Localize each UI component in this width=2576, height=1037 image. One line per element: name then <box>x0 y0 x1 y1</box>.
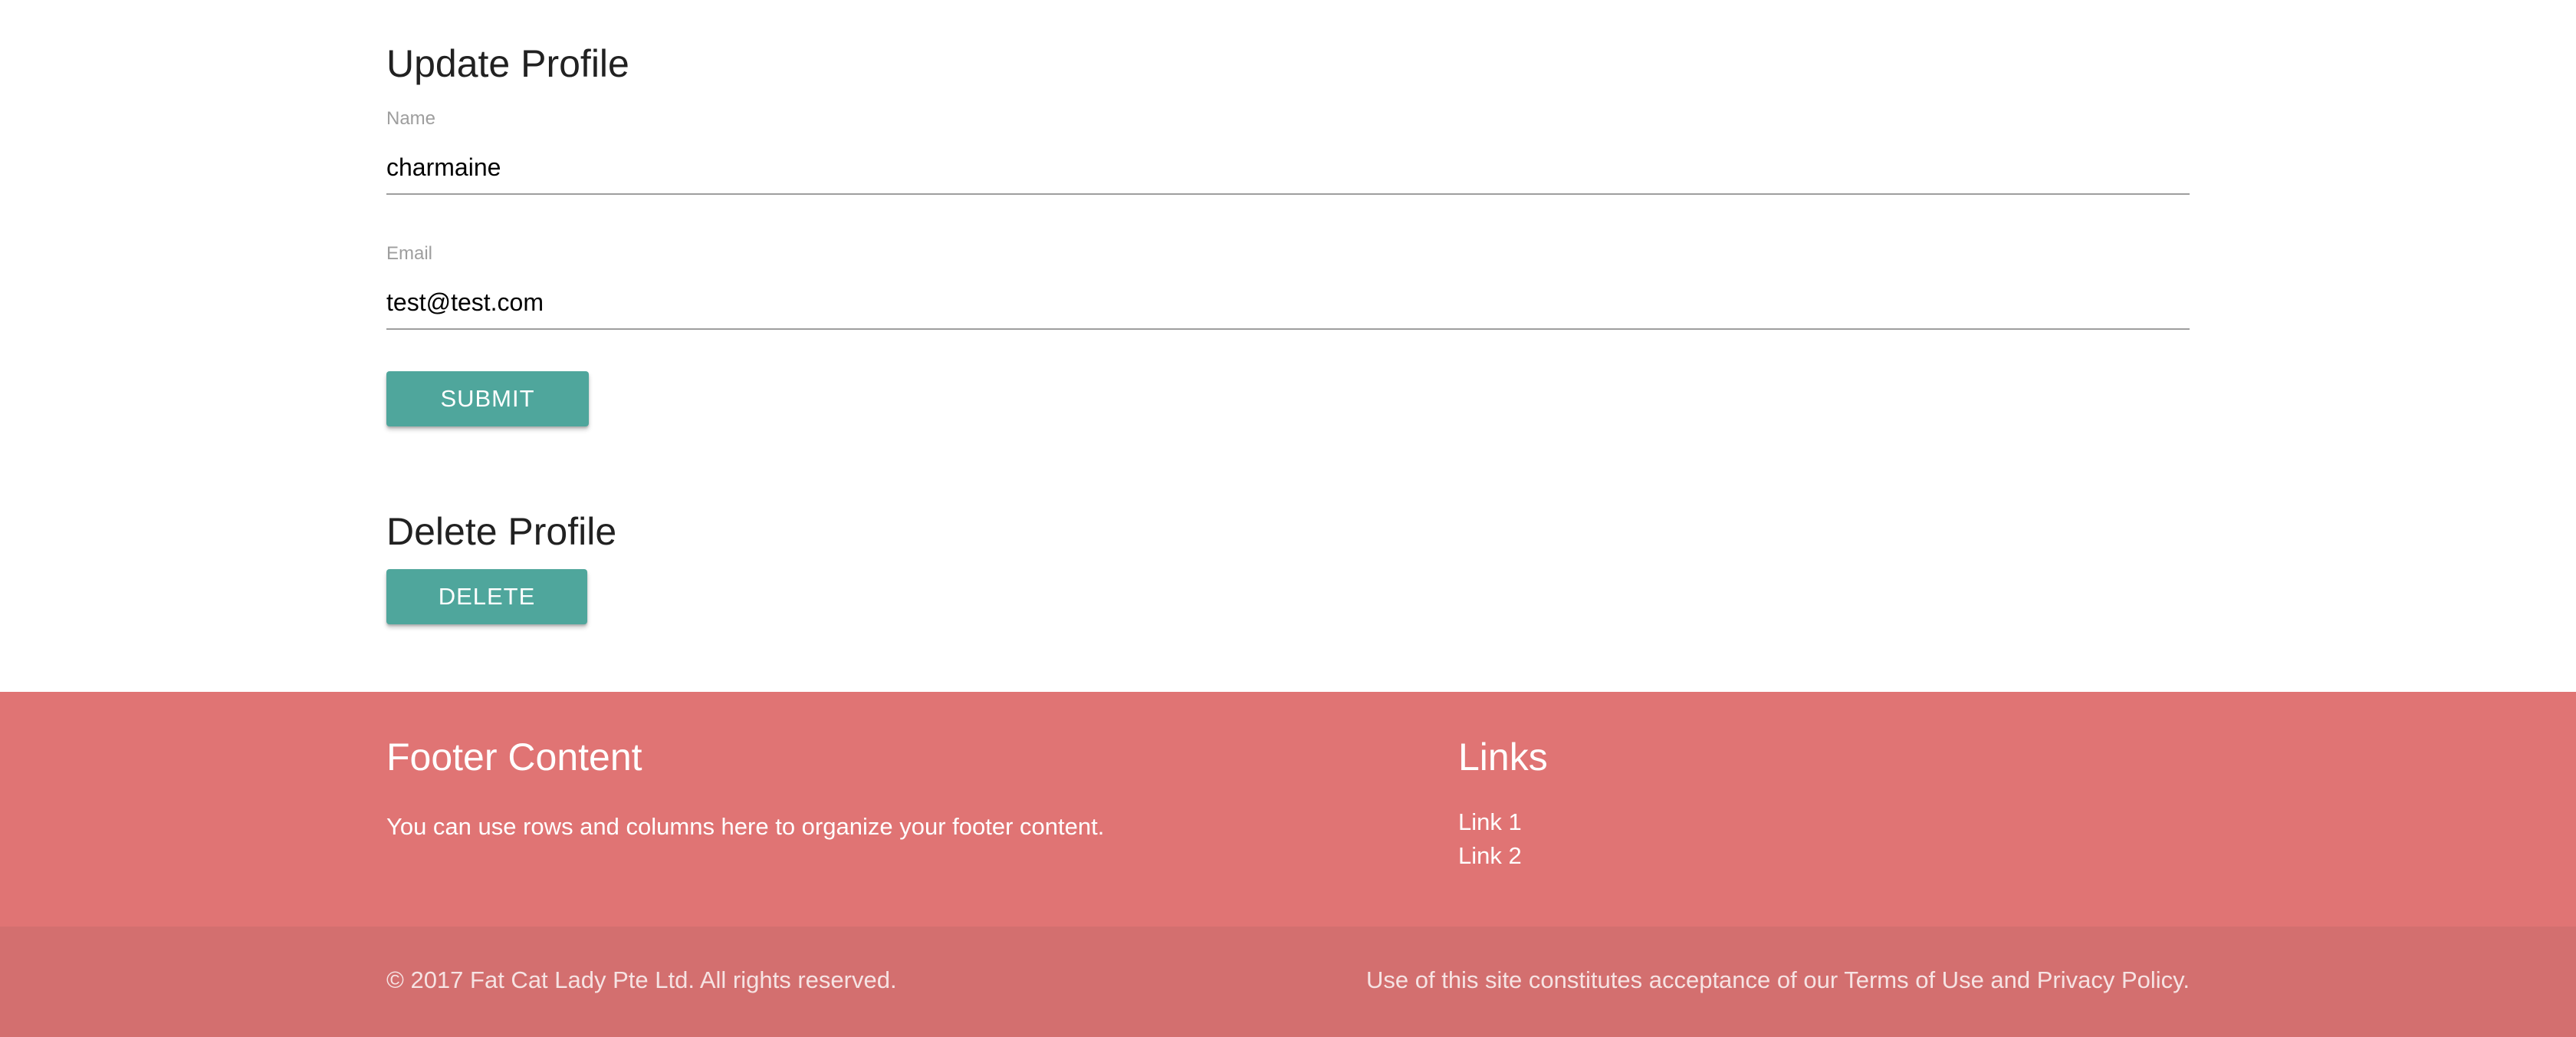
footer-links-title: Links <box>1458 736 1548 779</box>
copyright-text: © 2017 Fat Cat Lady Pte Ltd. All rights … <box>386 966 897 993</box>
footer-copyright-bar: © 2017 Fat Cat Lady Pte Ltd. All rights … <box>0 927 2576 1037</box>
page: Update Profile Name Email SUBMIT Delete … <box>0 0 2576 1037</box>
update-profile-title: Update Profile <box>386 42 629 85</box>
delete-profile-title: Delete Profile <box>386 510 617 553</box>
delete-button[interactable]: DELETE <box>386 569 587 624</box>
email-field-label: Email <box>386 243 433 264</box>
name-field-label: Name <box>386 108 436 129</box>
footer-link-1[interactable]: Link 1 <box>1458 805 1522 839</box>
footer-content-text: You can use rows and columns here to org… <box>386 813 1105 840</box>
footer-content-title: Footer Content <box>386 736 642 779</box>
name-input[interactable] <box>386 141 2190 195</box>
footer: Footer Content You can use rows and colu… <box>0 692 2576 927</box>
email-input[interactable] <box>386 276 2190 330</box>
footer-links-list: Link 1 Link 2 <box>1458 805 1522 873</box>
terms-notice: Use of this site constitutes acceptance … <box>1366 966 2190 993</box>
footer-link-2[interactable]: Link 2 <box>1458 839 1522 873</box>
submit-button[interactable]: SUBMIT <box>386 371 589 426</box>
